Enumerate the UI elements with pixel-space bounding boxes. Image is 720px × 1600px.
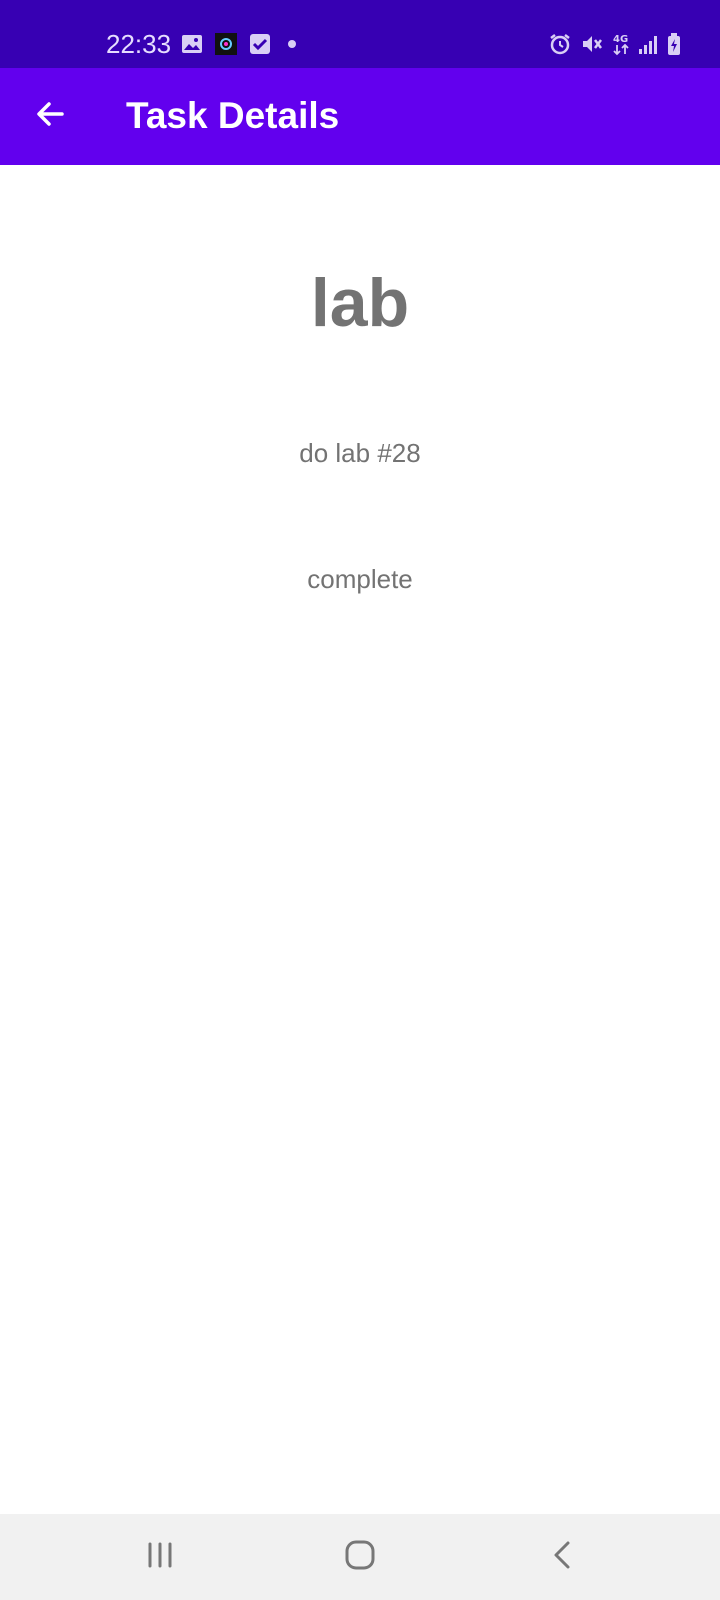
status-bar: 22:33 4G [0,0,720,68]
app-bar: Task Details [0,68,720,165]
mute-icon [580,32,604,56]
system-nav-bar [0,1514,720,1600]
recent-apps-button[interactable] [130,1527,190,1587]
home-button[interactable] [330,1527,390,1587]
arrow-back-icon [34,98,66,135]
gallery-icon [180,32,204,56]
recent-apps-icon [145,1540,175,1575]
home-icon [344,1539,376,1576]
task-title: lab [310,265,410,341]
svg-text:4G: 4G [613,34,628,45]
task-description: do lab #28 [299,438,421,468]
network-4g-icon: 4G [610,32,634,56]
battery-charging-icon [662,32,686,56]
back-icon [548,1540,578,1575]
status-time: 22:33 [106,29,172,59]
task-status: complete [307,564,413,594]
app-icon [214,32,238,56]
checkbox-icon [248,32,272,56]
dot-icon [280,32,304,56]
signal-icon [636,32,660,56]
system-back-button[interactable] [533,1527,593,1587]
page-title: Task Details [126,95,340,136]
task-details-screen: 22:33 4G Task Details lab do lab #28 com… [0,0,720,1600]
alarm-icon [548,32,572,56]
back-button[interactable] [22,88,78,144]
